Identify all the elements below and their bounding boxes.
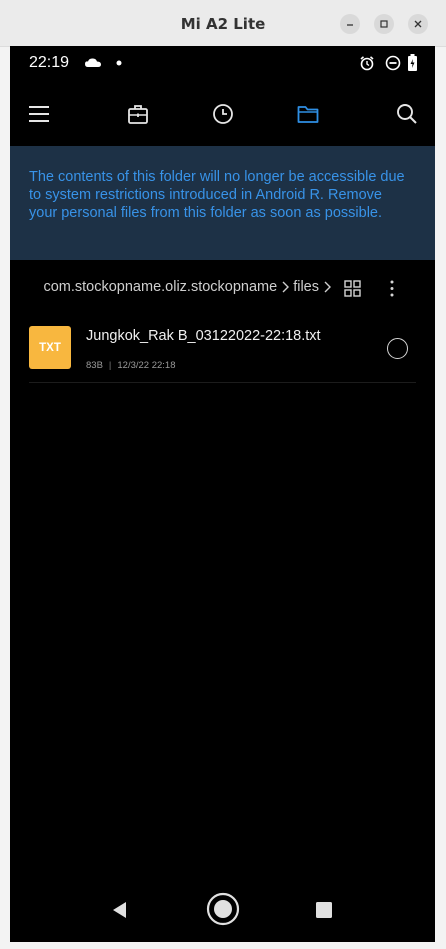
breadcrumb: com.stockopname.oliz.stockopname files [10, 279, 335, 295]
system-navigation-bar [10, 884, 435, 936]
banner-text: The contents of this folder will no long… [29, 169, 405, 221]
file-name: Jungkok_Rak B_03122022-22:18.txt [86, 328, 321, 344]
status-time: 22:19 [29, 54, 70, 71]
battery-icon [408, 54, 417, 71]
history-clock-icon[interactable] [211, 102, 235, 126]
chevron-right-icon [324, 281, 331, 293]
briefcase-icon[interactable] [126, 102, 150, 126]
top-toolbar [10, 90, 435, 136]
maximize-button[interactable] [374, 14, 394, 34]
more-vert-icon[interactable] [388, 279, 396, 298]
phone-screen: 22:19 The contents of this folder will n… [10, 46, 435, 942]
txt-file-icon: TXT [29, 326, 71, 369]
file-meta: 83B | 12/3/22 22:18 [86, 360, 176, 371]
breadcrumb-package[interactable]: com.stockopname.oliz.stockopname [43, 279, 277, 295]
recents-icon[interactable] [315, 901, 333, 919]
alarm-icon [360, 56, 374, 71]
folder-icon[interactable] [296, 102, 320, 126]
home-icon[interactable] [206, 892, 240, 926]
breadcrumb-files[interactable]: files [293, 279, 319, 295]
select-radio[interactable] [387, 338, 408, 359]
menu-icon[interactable] [27, 102, 51, 126]
file-type-badge: TXT [39, 341, 61, 354]
grid-view-icon[interactable] [344, 280, 361, 297]
cloud-icon [85, 58, 101, 67]
back-icon[interactable] [111, 901, 129, 919]
close-icon [414, 20, 422, 28]
close-button[interactable] [408, 14, 428, 34]
search-icon[interactable] [395, 102, 419, 126]
emulator-window: Mi A2 Lite 22:19 The contents of this fo… [0, 0, 446, 949]
file-date: 12/3/22 22:18 [117, 360, 176, 371]
do-not-disturb-icon [385, 55, 401, 71]
maximize-icon [380, 20, 388, 28]
restriction-warning-banner: The contents of this folder will no long… [10, 146, 435, 260]
minimize-icon [347, 24, 353, 26]
path-bar: com.stockopname.oliz.stockopname files [10, 268, 435, 308]
file-size: 83B [86, 360, 103, 371]
list-item[interactable]: TXT Jungkok_Rak B_03122022-22:18.txt 83B… [29, 318, 416, 383]
minimize-button[interactable] [340, 14, 360, 34]
window-titlebar: Mi A2 Lite [0, 0, 446, 47]
dot-icon [116, 60, 122, 66]
status-bar: 22:19 [10, 46, 435, 80]
chevron-right-icon [282, 281, 290, 293]
